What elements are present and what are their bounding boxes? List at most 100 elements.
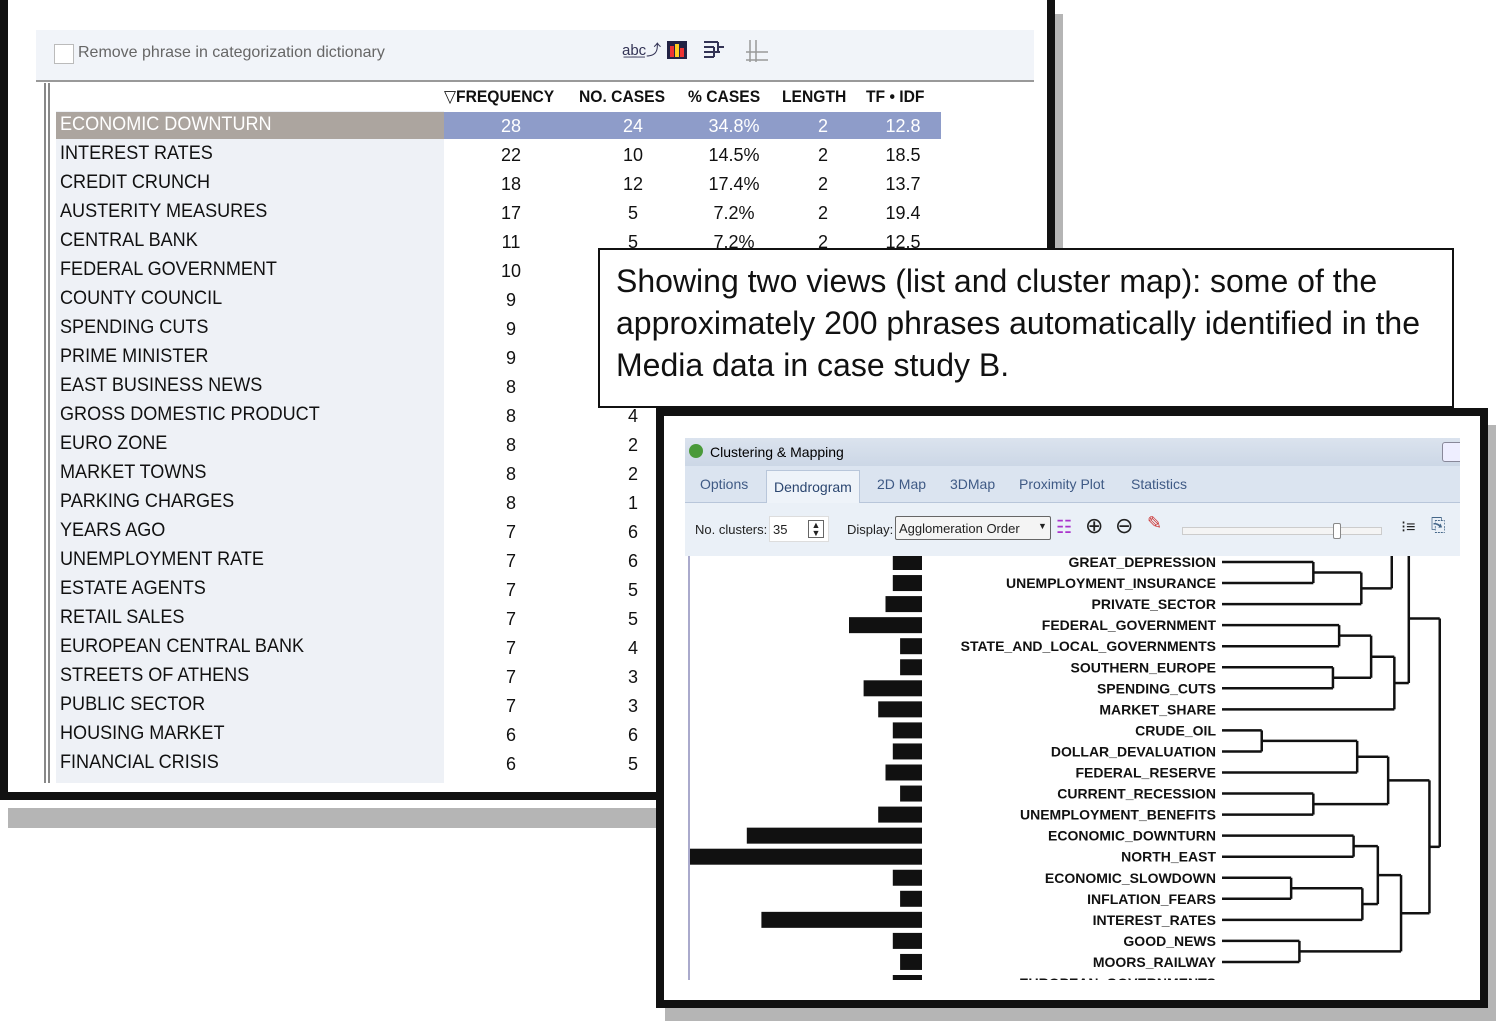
frequency-bar [892,554,922,570]
clustering-app: Clustering & Mapping Options Dendrogram … [685,438,1460,980]
dendrogram-chart: GREAT_DEPRESSION UNEMPLOYMENT_INSURANCE PR… [688,554,1442,980]
leaf-label: EUROPEAN_GOVERNMENTS [1019,975,1216,980]
cell-freq: 18 [500,174,522,194]
phrase-name: HOUSING MARKET [60,723,225,744]
column-header-tfidf[interactable]: TF • IDF [866,87,924,107]
column-header-pct-cases[interactable]: % CASES [688,87,760,107]
phrase-name: MARKET TOWNS [60,462,207,483]
column-header-no-cases[interactable]: NO. CASES [579,87,665,107]
phrase-name: EAST BUSINESS NEWS [60,375,263,396]
cell-tfidf: 13.7 [885,174,921,194]
phrase-name: PUBLIC SECTOR [60,694,206,715]
phrase-name: AUSTERITY MEASURES [60,201,268,222]
tree-options-icon[interactable]: ⁝≡ [1401,517,1415,537]
cell-freq: 8 [505,464,516,484]
slider-thumb[interactable] [1332,523,1341,539]
frequency-bar [688,848,922,865]
export-icon[interactable]: ⎘ [1431,515,1445,536]
cell-pct: 34.8% [708,116,760,136]
tab-proximity-plot[interactable]: Proximity Plot [1019,476,1105,492]
tab-3d-map[interactable]: 3DMap [950,476,995,492]
zoom-slider[interactable] [1182,523,1382,539]
frequency-bar [885,596,922,613]
tab-2d-map[interactable]: 2D Map [877,476,926,492]
zoom-in-icon[interactable]: ⊕ [1085,513,1103,539]
highlight-icon[interactable]: ✎ [1147,513,1162,534]
phrase-name: CENTRAL BANK [60,230,198,251]
cell-freq: 7 [505,522,516,542]
phrase-name: GROSS DOMESTIC PRODUCT [60,404,320,425]
clusters-stepper[interactable]: 35 ▲ ▼ [769,516,829,542]
frequency-bar [900,638,922,655]
cell-tfidf: 18.5 [885,145,921,165]
cell-len: 2 [817,145,828,165]
column-header-length[interactable]: LENGTH [782,87,846,107]
leaf-label: SOUTHERN_EUROPE [1071,659,1216,675]
frequency-bar [885,764,922,781]
dendrogram-colored-icon[interactable]: ☷ [1056,517,1072,538]
cell-freq: 10 [500,261,522,281]
list-toolbar: Remove phrase in categorization dictiona… [36,30,1034,82]
display-label: Display: [847,522,894,537]
cell-cases: 12 [622,174,644,194]
cell-pct: 7.2% [713,203,755,223]
cell-tfidf: 12.8 [885,116,921,136]
cell-freq: 6 [505,725,516,745]
title-bar: Clustering & Mapping [685,438,1460,466]
app-logo-icon [689,444,703,458]
chart-icon[interactable] [664,38,690,64]
phrase-name: RETAIL SALES [60,607,185,628]
frequency-bar [746,827,922,844]
table-row[interactable]: CREDIT CRUNCH 18 12 17.4% 2 13.7 [50,170,950,199]
clusters-value: 35 [773,522,788,537]
frequency-bar [892,869,922,886]
leaf-label: CURRENT_RECESSION [1057,786,1216,802]
leaf-label: CRUDE_OIL [1135,722,1216,738]
cell-cases: 5 [627,203,638,223]
cell-freq: 11 [501,232,521,252]
abc-rotate-icon[interactable]: a͟b͟c⤴ [622,38,661,64]
cell-freq: 8 [505,493,516,513]
window-title: Clustering & Mapping [710,444,844,460]
cell-freq: 22 [500,145,522,165]
header-label: FREQUENCY [456,87,555,106]
frequency-bar [900,953,922,970]
column-header-frequency[interactable]: ▽FREQUENCY [444,87,554,107]
leaf-label: GREAT_DEPRESSION [1068,556,1216,570]
minimize-button[interactable] [1442,442,1460,462]
leaf-label: UNEMPLOYMENT_INSURANCE [1006,575,1216,591]
window-shadow [1055,14,1063,254]
cell-pct: 17.4% [708,174,760,194]
table-row[interactable]: ECONOMIC DOWNTURN 28 24 34.8% 2 12.8 [50,112,950,141]
cell-freq: 7 [505,609,516,629]
spin-arrows-icon[interactable]: ▲ ▼ [808,520,824,538]
sort-descending-icon: ▽ [444,87,457,106]
tab-options[interactable]: Options [700,476,748,492]
table-row[interactable]: INTEREST RATES 22 10 14.5% 2 18.5 [50,141,950,170]
phrase-name: UNEMPLOYMENT RATE [60,549,264,570]
display-value: Agglomeration Order [899,521,1020,536]
display-select[interactable]: Agglomeration Order ▼ [895,516,1051,540]
table-row[interactable]: AUSTERITY MEASURES 17 5 7.2% 2 19.4 [50,199,950,228]
leaf-label: INTEREST_RATES [1093,912,1216,928]
cell-freq: 8 [505,406,516,426]
dendrogram-icon[interactable] [702,38,728,64]
cell-cases: 10 [622,145,644,165]
leaf-label: STATE_AND_LOCAL_GOVERNMENTS [961,638,1216,654]
figure-caption: Showing two views (list and cluster map)… [598,248,1454,408]
tab-statistics[interactable]: Statistics [1131,476,1187,492]
tab-dendrogram[interactable]: Dendrogram [766,470,860,503]
zoom-out-icon[interactable]: ⊖ [1115,513,1133,539]
cell-len: 2 [817,116,828,136]
remove-phrase-checkbox[interactable] [54,44,74,64]
frequency-bar [900,659,922,676]
dendrogram-panel[interactable]: GREAT_DEPRESSION UNEMPLOYMENT_INSURANCE PR… [688,554,1460,980]
phrase-name: YEARS AGO [60,520,166,541]
leaf-label: MOORS_RAILWAY [1093,954,1217,970]
phrase-name: ESTATE AGENTS [60,578,206,599]
cell-freq: 7 [505,667,516,687]
leaf-label: ECONOMIC_DOWNTURN [1048,828,1216,844]
grid-axis-icon[interactable] [744,38,770,64]
cluster-window: Clustering & Mapping Options Dendrogram … [656,408,1488,1008]
leaf-label: MARKET_SHARE [1099,701,1216,717]
